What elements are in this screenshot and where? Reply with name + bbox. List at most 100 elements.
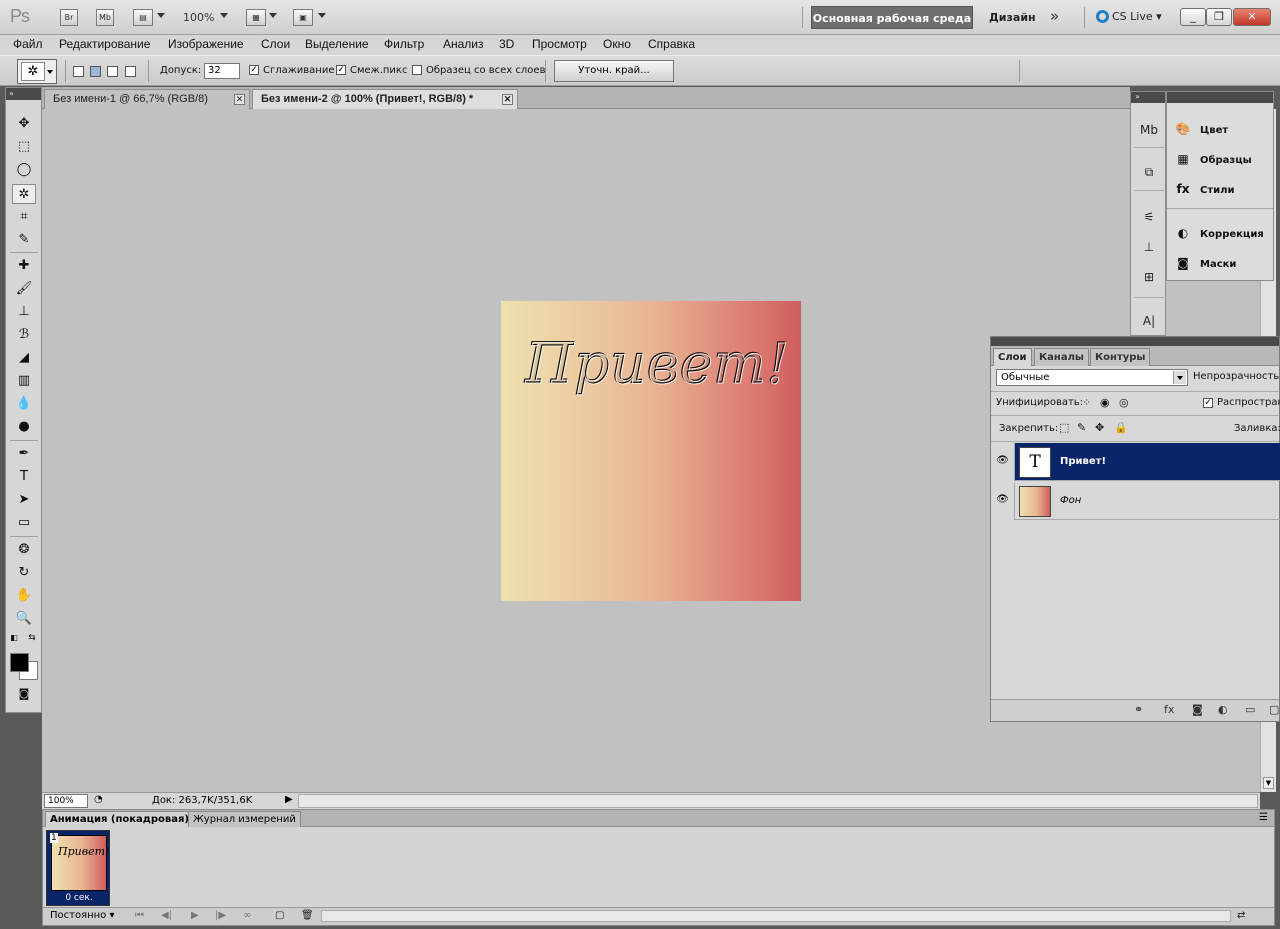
type-tool-icon[interactable]: T [12,467,36,487]
tab-measurement-log[interactable]: Журнал измерений [188,811,301,827]
menu-analysis[interactable]: Анализ [443,37,484,51]
quick-mask-icon[interactable]: ◙ [12,684,36,704]
animation-scrollbar[interactable] [321,910,1231,922]
unify-visibility-icon[interactable]: ◉ [1100,396,1110,409]
cs-live-menu[interactable]: CS Live ▾ [1096,10,1162,23]
clone-stamp-tool-icon[interactable]: ⊥ [12,302,36,322]
subtract-selection-mode[interactable] [107,66,118,77]
lasso-tool-icon[interactable]: ◯ [12,160,36,180]
layer-text[interactable]: 👁 T Привет! [991,443,1280,481]
menu-edit[interactable]: Редактирование [59,37,150,51]
screen-mode-icon[interactable]: ▣ [293,9,313,26]
default-colors-icon[interactable]: ◧ [8,632,20,644]
brush-presets-icon[interactable]: ⚟ [1139,207,1159,227]
first-frame-icon[interactable]: ⏮ [135,910,144,921]
refine-edge-button[interactable]: Уточн. край... [554,60,674,82]
panel-swatches[interactable]: ▦ Образцы [1174,149,1270,169]
restore-button[interactable]: ❐ [1206,8,1232,26]
gradient-tool-icon[interactable]: ▥ [12,371,36,391]
clone-source-icon[interactable]: ⊥ [1139,237,1159,257]
arrange-dropdown-icon[interactable] [269,13,277,18]
character-icon[interactable]: A| [1139,311,1159,331]
frame-delay[interactable]: 0 сек. [47,893,111,903]
tab-animation[interactable]: Анимация (покадровая) [45,811,194,827]
blend-mode-select[interactable]: Обычные [996,369,1188,386]
status-menu-arrow-icon[interactable]: ▶ [285,794,293,805]
pen-tool-icon[interactable]: ✒ [12,444,36,464]
sample-all-layers-checkbox[interactable] [412,65,422,75]
minimize-button[interactable]: _ [1180,8,1206,26]
tool-presets-icon[interactable]: ⊞ [1139,267,1159,287]
healing-brush-tool-icon[interactable]: ✚ [12,256,36,276]
tools-panel-collapse-icon[interactable]: » [6,88,41,100]
brush-tool-icon[interactable]: 🖌 [12,279,36,299]
dodge-tool-icon[interactable]: ● [12,417,36,437]
layer-background[interactable]: 👁 Фон [991,482,1280,520]
foreground-color-swatch-top[interactable] [10,653,29,672]
history-brush-tool-icon[interactable]: ℬ [12,325,36,345]
scroll-down-icon[interactable]: ▼ [1263,777,1274,789]
duplicate-frame-icon[interactable]: ▢ [275,910,284,921]
adjustment-layer-icon[interactable]: ◐ [1218,703,1228,716]
marquee-tool-icon[interactable]: ⬚ [12,137,36,157]
new-layer-icon[interactable]: ▢ [1269,703,1279,716]
timer-icon[interactable]: ◔ [94,794,103,805]
dock-collapse-icon[interactable]: » [1131,92,1165,103]
tab-channels[interactable]: Каналы [1034,348,1089,366]
close-icon[interactable]: ✕ [502,94,513,105]
workspace-design-button[interactable]: Дизайн [989,11,1036,24]
tab-untitled-1[interactable]: Без имени-1 @ 66,7% (RGB/8) ✕ [44,89,250,109]
3d-rotate-tool-icon[interactable]: ❂ [12,540,36,560]
zoom-tool-icon[interactable]: 🔍 [12,609,36,629]
panel-styles[interactable]: fx Стили [1174,179,1270,199]
menu-view[interactable]: Просмотр [532,37,587,51]
new-group-icon[interactable]: ▭ [1245,703,1255,716]
layer-style-icon[interactable]: fx [1164,703,1174,716]
previous-frame-icon[interactable]: ◀| [161,910,172,921]
link-layers-icon[interactable]: ⚭ [1134,703,1143,716]
view-extras-icon[interactable]: ▤ [133,9,153,26]
convert-timeline-icon[interactable]: ⇄ [1237,910,1245,921]
tolerance-input[interactable]: 32 [204,63,240,79]
add-mask-icon[interactable]: ◙ [1192,703,1203,716]
play-icon[interactable]: ▶ [191,910,199,921]
path-selection-tool-icon[interactable]: ➤ [12,490,36,510]
menu-file[interactable]: Файл [13,37,43,51]
hand-tool-icon[interactable]: ✋ [12,586,36,606]
tab-untitled-2[interactable]: Без имени-2 @ 100% (Привет!, RGB/8) * ✕ [252,89,518,109]
image-canvas[interactable]: Привет! Привет! [501,301,801,601]
panel-masks[interactable]: ◙ Маски [1174,253,1270,273]
history-icon[interactable]: ⧉ [1139,162,1159,182]
screen-mode-dropdown-icon[interactable] [318,13,326,18]
menu-help[interactable]: Справка [648,37,695,51]
bridge-button[interactable]: Br [60,9,78,26]
view-extras-dropdown-icon[interactable] [157,13,165,18]
magic-wand-tool-icon[interactable]: ✲ [12,184,36,204]
status-zoom-field[interactable]: 100% [44,794,88,808]
tool-preset-picker[interactable]: ✲ [17,59,57,84]
tween-icon[interactable]: ∞ [243,910,251,921]
menu-window[interactable]: Окно [603,37,631,51]
shape-tool-icon[interactable]: ▭ [12,513,36,533]
add-to-selection-mode[interactable] [90,66,101,77]
eraser-tool-icon[interactable]: ◢ [12,348,36,368]
menu-image[interactable]: Изображение [168,37,244,51]
menu-layer[interactable]: Слои [261,37,290,51]
lock-all-icon[interactable]: 🔒 [1114,421,1128,434]
panel-menu-icon[interactable]: ☰ [1259,812,1268,823]
unify-position-icon[interactable]: ⁘ [1082,396,1091,409]
eye-icon[interactable]: 👁 [991,482,1015,520]
zoom-dropdown-icon[interactable] [220,13,228,18]
eyedropper-tool-icon[interactable]: ✎ [12,230,36,250]
lock-position-icon[interactable]: ✥ [1095,421,1104,434]
horizontal-scrollbar[interactable] [298,794,1258,808]
menu-3d[interactable]: 3D [499,37,514,51]
unify-style-icon[interactable]: ◎ [1119,396,1129,409]
loop-select[interactable]: Постоянно ▾ [46,909,126,923]
crop-tool-icon[interactable]: ⌗ [12,207,36,227]
contiguous-checkbox[interactable]: ✓ [336,65,346,75]
eye-icon[interactable]: 👁 [991,443,1015,481]
next-frame-icon[interactable]: |▶ [215,910,226,921]
new-selection-mode[interactable] [73,66,84,77]
workspace-more-icon[interactable]: » [1050,7,1059,25]
